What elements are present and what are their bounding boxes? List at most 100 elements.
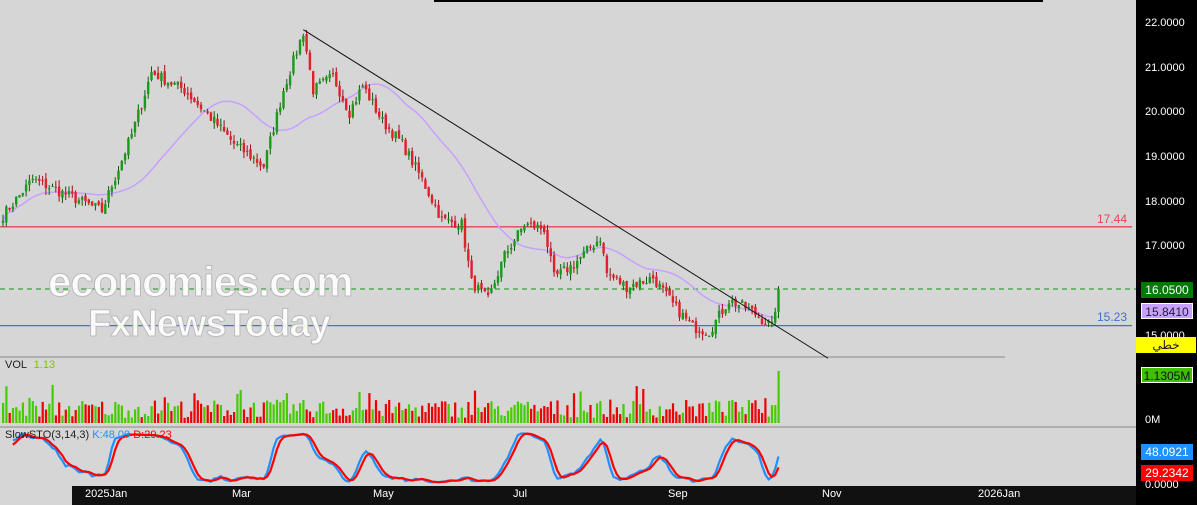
candle-body <box>467 249 470 261</box>
volume-bar <box>572 393 576 423</box>
chart-type-button[interactable]: خطي <box>1136 337 1196 353</box>
candle-body <box>77 200 81 204</box>
candle-body <box>335 72 338 87</box>
candle-body <box>741 300 744 303</box>
volume-bar <box>302 400 305 423</box>
volume-bar <box>480 411 483 423</box>
volume-bar <box>153 400 156 423</box>
volume-bar <box>619 414 622 423</box>
candle-body <box>206 111 209 114</box>
candle-body <box>493 283 496 289</box>
volume-bar <box>454 402 457 423</box>
candle-body <box>519 228 523 233</box>
volume-bar <box>282 400 285 423</box>
volume-bar <box>252 402 255 423</box>
candle-body <box>67 191 71 195</box>
candle-body <box>569 264 572 275</box>
candle-body <box>546 229 549 248</box>
candle-body <box>81 197 84 200</box>
volume-bar <box>536 411 539 423</box>
volume-bar <box>341 408 345 423</box>
chart-canvas[interactable] <box>0 0 1197 505</box>
candle-body <box>378 111 381 117</box>
candle-body <box>54 186 57 188</box>
volume-bar <box>272 404 275 423</box>
price-tick: 22.0000 <box>1145 17 1185 29</box>
volume-bar <box>662 416 665 423</box>
candle-body <box>137 109 140 123</box>
volume-bar <box>757 409 760 423</box>
candle-body <box>651 275 655 279</box>
volume-bar <box>629 413 632 423</box>
candle-body <box>543 227 546 232</box>
volume-bar <box>632 400 635 423</box>
trend-line <box>303 29 829 359</box>
candle-body <box>397 130 401 139</box>
stoch-title: SlowSTO(3,14,3) K:48.09 D:29.23 <box>5 429 172 441</box>
volume-bar <box>655 417 658 423</box>
candle-body <box>632 284 635 288</box>
candle-body <box>731 299 734 304</box>
candle-body <box>724 309 727 314</box>
candle-body <box>38 178 41 181</box>
volume-bar <box>414 407 417 423</box>
candle-body <box>114 180 117 186</box>
candle-body <box>21 193 24 196</box>
candle-body <box>150 72 153 81</box>
volume-bar <box>398 402 401 423</box>
volume-bar <box>473 390 477 423</box>
volume-bar <box>648 408 651 423</box>
candle-body <box>259 161 262 166</box>
candle-body <box>5 206 8 223</box>
volume-bar <box>579 391 582 423</box>
volume-bar <box>8 412 11 423</box>
volume-bar <box>163 397 166 423</box>
volume-bar <box>104 414 107 423</box>
candle-body <box>213 116 216 124</box>
candle-body <box>15 196 18 205</box>
volume-bar <box>530 408 533 423</box>
candle-body <box>196 100 199 105</box>
volume-bar <box>384 403 387 423</box>
candle-body <box>279 107 282 112</box>
candle-body <box>774 311 777 323</box>
candle-body <box>229 136 232 140</box>
candle-body <box>341 96 345 101</box>
volume-bar <box>81 401 84 423</box>
volume-bar <box>101 401 104 423</box>
candle-body <box>94 203 97 206</box>
volume-bar <box>457 417 460 423</box>
candle-body <box>642 281 645 284</box>
volume-bar <box>665 409 668 423</box>
volume-bar <box>170 411 173 423</box>
candle-body <box>84 195 87 202</box>
volume-bar <box>605 416 609 423</box>
candle-body <box>61 190 64 198</box>
volume-bar <box>216 404 219 423</box>
volume-bar <box>315 411 318 423</box>
volume-bar <box>652 415 655 423</box>
candle-body <box>147 81 150 94</box>
date-tick: Nov <box>822 488 842 500</box>
volume-bar <box>592 417 595 423</box>
candle-body <box>668 289 671 296</box>
volume-bar <box>447 404 450 423</box>
candle-body <box>420 172 424 178</box>
volume-bar <box>506 410 510 423</box>
volume-bar <box>11 407 15 423</box>
candle-body <box>645 282 648 284</box>
candle-body <box>166 82 170 86</box>
volume-bar <box>404 408 407 423</box>
candle-body <box>203 110 206 112</box>
candle-body <box>246 150 249 152</box>
volume-bar <box>351 410 354 423</box>
candle-body <box>444 214 447 219</box>
volume-bar <box>770 405 774 423</box>
volume-bar <box>308 411 312 423</box>
price-tick: 18.0000 <box>1145 196 1185 208</box>
date-tick: Jul <box>513 488 528 500</box>
stoch-k-tag: 48.0921 <box>1141 444 1193 460</box>
candle-body <box>28 180 31 185</box>
volume-bar <box>744 414 747 423</box>
volume-bar <box>625 417 628 423</box>
